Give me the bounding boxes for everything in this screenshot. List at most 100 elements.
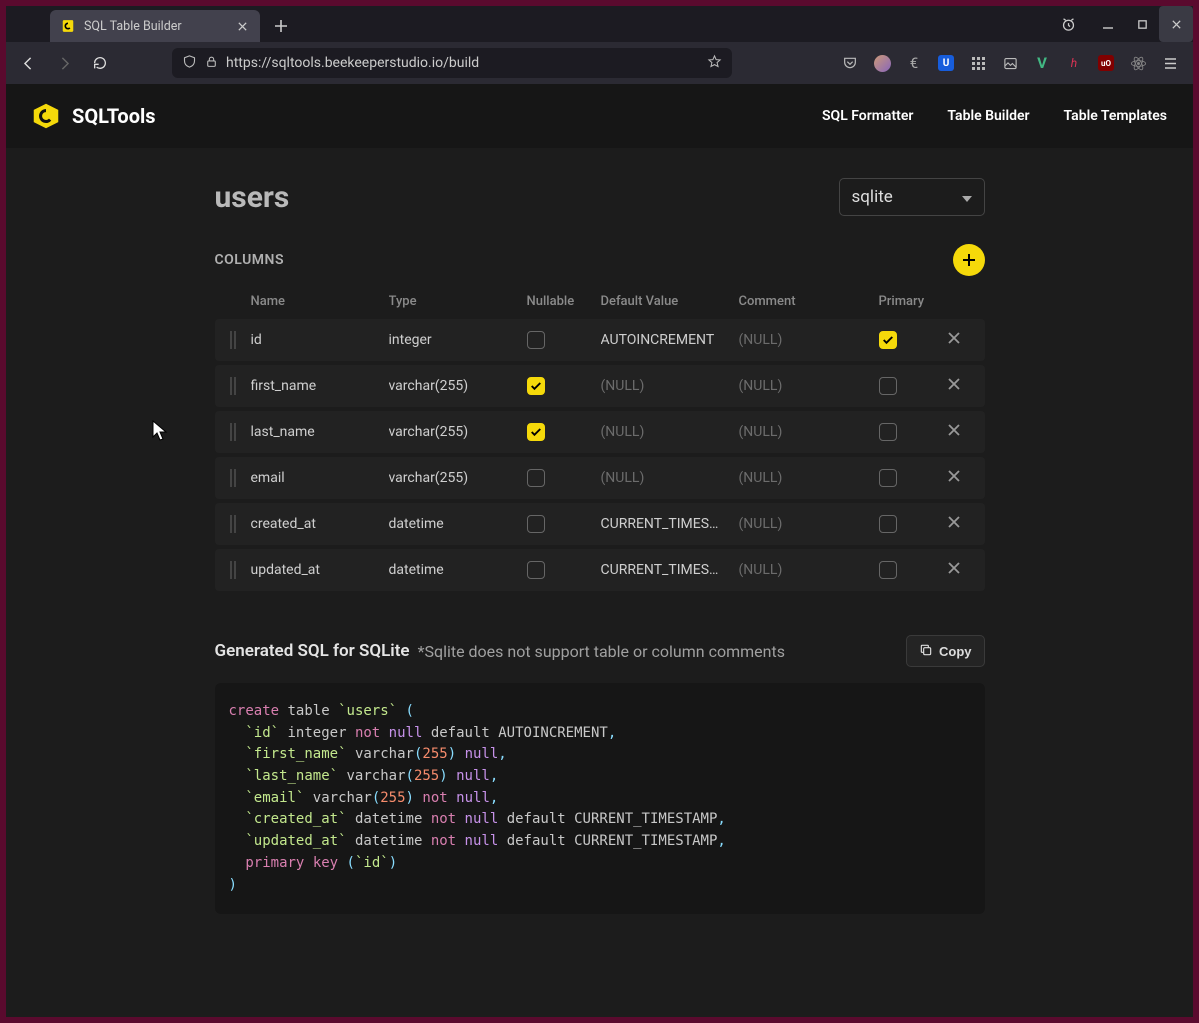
drag-handle-icon[interactable] <box>215 469 251 487</box>
table-row: idinteger AUTOINCREMENT(NULL) <box>215 319 985 361</box>
drag-handle-icon[interactable] <box>215 561 251 579</box>
page-body: users sqlite COLUMNS Name Type Nullable <box>215 148 985 974</box>
drag-handle-icon[interactable] <box>215 515 251 533</box>
cell-default[interactable]: CURRENT_TIMES… <box>601 516 739 532</box>
brand-logo-icon <box>32 102 60 130</box>
minimize-button[interactable] <box>1091 6 1125 42</box>
generated-note: *Sqlite does not support table or column… <box>418 642 785 661</box>
cell-name[interactable]: first_name <box>251 378 389 394</box>
cell-type[interactable]: varchar(255) <box>389 470 527 486</box>
nullable-checkbox[interactable] <box>527 561 545 579</box>
dialect-select[interactable]: sqlite <box>839 178 985 216</box>
cell-type[interactable]: varchar(255) <box>389 424 527 440</box>
nav-sql-formatter[interactable]: SQL Formatter <box>822 108 913 124</box>
delete-row-button[interactable] <box>947 379 961 395</box>
new-tab-button[interactable] <box>266 11 296 41</box>
cell-name[interactable]: id <box>251 332 389 348</box>
delete-row-button[interactable] <box>947 333 961 349</box>
drag-handle-icon[interactable] <box>215 423 251 441</box>
cell-comment[interactable]: (NULL) <box>739 562 879 578</box>
primary-checkbox[interactable] <box>879 423 897 441</box>
generated-title: Generated SQL for SQLite <box>215 641 410 661</box>
nav-table-builder[interactable]: Table Builder <box>947 108 1029 124</box>
close-window-button[interactable] <box>1159 6 1193 42</box>
back-button[interactable] <box>14 49 42 77</box>
cell-type[interactable]: datetime <box>389 562 527 578</box>
ext-avatar-icon[interactable] <box>873 54 891 72</box>
tab-title: SQL Table Builder <box>84 19 182 34</box>
cell-comment[interactable]: (NULL) <box>739 378 879 394</box>
delete-row-button[interactable] <box>947 517 961 533</box>
primary-checkbox[interactable] <box>879 561 897 579</box>
url-text: https://sqltools.beekeeperstudio.io/buil… <box>226 55 699 71</box>
primary-checkbox[interactable] <box>879 515 897 533</box>
ext-react-icon[interactable] <box>1129 54 1147 72</box>
nav-links: SQL Formatter Table Builder Table Templa… <box>822 108 1167 124</box>
cell-default[interactable]: (NULL) <box>601 470 739 486</box>
cell-default[interactable]: (NULL) <box>601 424 739 440</box>
ext-ublock-icon[interactable]: uO <box>1097 54 1115 72</box>
primary-checkbox[interactable] <box>879 469 897 487</box>
cell-comment[interactable]: (NULL) <box>739 470 879 486</box>
cell-type[interactable]: datetime <box>389 516 527 532</box>
tab-close-icon[interactable] <box>234 18 250 34</box>
cell-default[interactable]: CURRENT_TIMES… <box>601 562 739 578</box>
alarm-icon[interactable] <box>1051 6 1085 42</box>
lock-icon[interactable] <box>205 55 218 72</box>
delete-row-button[interactable] <box>947 563 961 579</box>
generated-sql-code[interactable]: create table `users` ( `id` integer not … <box>215 683 985 914</box>
delete-row-button[interactable] <box>947 425 961 441</box>
table-name-title[interactable]: users <box>215 180 839 215</box>
delete-row-button[interactable] <box>947 471 961 487</box>
ext-bitwarden-icon[interactable]: U <box>937 54 955 72</box>
nullable-checkbox[interactable] <box>527 423 545 441</box>
hamburger-menu-icon[interactable] <box>1161 54 1179 72</box>
cell-type[interactable]: varchar(255) <box>389 378 527 394</box>
cell-name[interactable]: last_name <box>251 424 389 440</box>
table-row: last_namevarchar(255) (NULL)(NULL) <box>215 411 985 453</box>
cell-comment[interactable]: (NULL) <box>739 332 879 348</box>
browser-tab[interactable]: SQL Table Builder <box>50 10 260 42</box>
ext-gnome-icon[interactable]: € <box>905 54 923 72</box>
table-row: first_namevarchar(255) (NULL)(NULL) <box>215 365 985 407</box>
ext-h-icon[interactable]: h <box>1065 54 1083 72</box>
shield-icon[interactable] <box>182 54 197 73</box>
nullable-checkbox[interactable] <box>527 469 545 487</box>
cell-name[interactable]: email <box>251 470 389 486</box>
nullable-checkbox[interactable] <box>527 515 545 533</box>
cell-type[interactable]: integer <box>389 332 527 348</box>
copy-icon <box>919 643 933 660</box>
cell-comment[interactable]: (NULL) <box>739 424 879 440</box>
url-bar[interactable]: https://sqltools.beekeeperstudio.io/buil… <box>172 48 732 78</box>
add-column-button[interactable] <box>953 244 985 276</box>
copy-label: Copy <box>939 644 972 659</box>
primary-checkbox[interactable] <box>879 377 897 395</box>
cell-name[interactable]: updated_at <box>251 562 389 578</box>
ext-picture-icon[interactable] <box>1001 54 1019 72</box>
extension-bar: € U V h uO <box>841 54 1185 72</box>
primary-checkbox[interactable] <box>879 331 897 349</box>
brand-name: SQLTools <box>72 104 156 128</box>
nullable-checkbox[interactable] <box>527 331 545 349</box>
nullable-checkbox[interactable] <box>527 377 545 395</box>
ext-vue-icon[interactable]: V <box>1033 54 1051 72</box>
ext-grid-icon[interactable] <box>969 54 987 72</box>
reload-button[interactable] <box>86 49 114 77</box>
app-header: SQLTools SQL Formatter Table Builder Tab… <box>6 84 1193 148</box>
nav-table-templates[interactable]: Table Templates <box>1064 108 1167 124</box>
cell-comment[interactable]: (NULL) <box>739 516 879 532</box>
browser-window: SQL Table Builder https://sqltools.beeke… <box>6 6 1193 1017</box>
drag-handle-icon[interactable] <box>215 331 251 349</box>
columns-label: COLUMNS <box>215 252 285 268</box>
maximize-button[interactable] <box>1125 6 1159 42</box>
copy-button[interactable]: Copy <box>906 635 985 667</box>
brand[interactable]: SQLTools <box>32 102 156 130</box>
bookmark-star-icon[interactable] <box>707 54 722 73</box>
cell-name[interactable]: created_at <box>251 516 389 532</box>
drag-handle-icon[interactable] <box>215 377 251 395</box>
pocket-icon[interactable] <box>841 54 859 72</box>
cell-default[interactable]: (NULL) <box>601 378 739 394</box>
table-row: updated_atdatetime CURRENT_TIMES…(NULL) <box>215 549 985 591</box>
cell-default[interactable]: AUTOINCREMENT <box>601 332 739 348</box>
forward-button[interactable] <box>50 49 78 77</box>
